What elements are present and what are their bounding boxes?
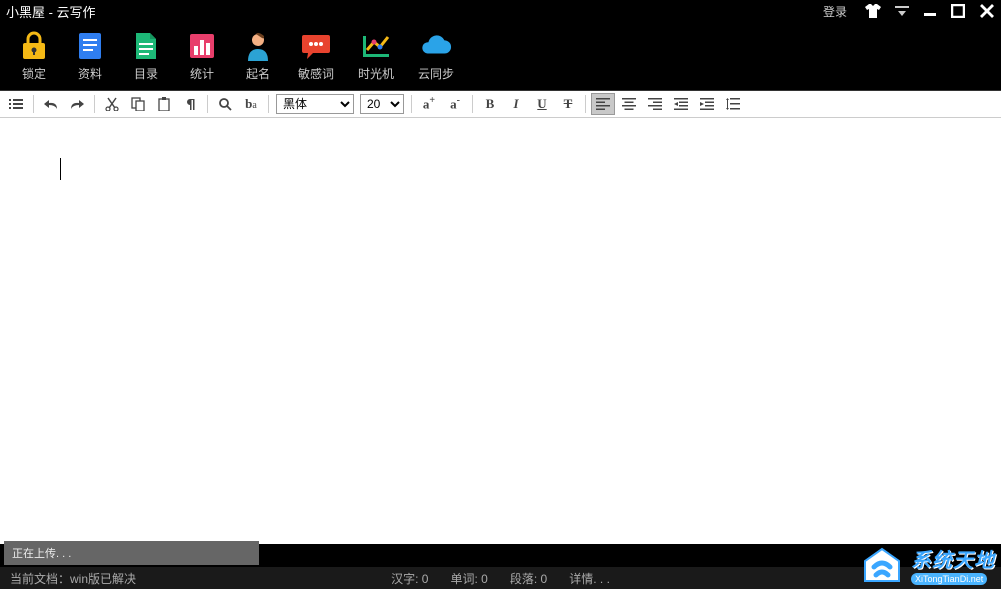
toolbar-catalog[interactable]: 目录 <box>130 31 162 82</box>
doc-name: win版已解决 <box>70 572 136 586</box>
doc-label: 当前文档： <box>10 572 70 586</box>
cloud-icon <box>420 31 452 61</box>
minimize-button[interactable] <box>923 4 937 18</box>
search-button[interactable] <box>213 93 237 115</box>
separator <box>585 95 586 113</box>
status-bar: 当前文档：win版已解决 汉字: 0 单词: 0 段落: 0 详情. . . <box>0 567 1001 589</box>
doc-icon <box>130 31 162 61</box>
separator <box>472 95 473 113</box>
toolbar-label: 起名 <box>246 65 270 82</box>
underline-button[interactable]: U <box>530 93 554 115</box>
font-family-select[interactable]: 黑体 <box>276 94 354 114</box>
toolbar-label: 目录 <box>134 65 158 82</box>
undo-button[interactable] <box>39 93 63 115</box>
font-decrease-button[interactable]: a- <box>443 93 467 115</box>
status-chars: 汉字: 0 <box>391 570 428 587</box>
toolbar-stats[interactable]: 统计 <box>186 31 218 82</box>
close-button[interactable] <box>979 3 995 19</box>
toolbar-label: 时光机 <box>358 65 394 82</box>
italic-button[interactable]: I <box>504 93 528 115</box>
window-title: 小黑屋 - 云写作 <box>6 2 823 21</box>
list-button[interactable] <box>4 93 28 115</box>
paragraph-button[interactable] <box>178 93 202 115</box>
status-words: 单词: 0 <box>450 570 487 587</box>
align-center-button[interactable] <box>617 93 641 115</box>
toolbar-time-machine[interactable]: 时光机 <box>358 31 394 82</box>
upload-text: 正在上传. . . <box>12 545 71 561</box>
separator <box>33 95 34 113</box>
align-right-button[interactable] <box>643 93 667 115</box>
book-icon <box>74 31 106 61</box>
align-left-button[interactable] <box>591 93 615 115</box>
chat-icon <box>300 31 332 61</box>
line-spacing-button[interactable] <box>721 93 745 115</box>
toolbar-label: 锁定 <box>22 65 46 82</box>
toolbar-label: 资料 <box>78 65 102 82</box>
graph-icon <box>360 31 392 61</box>
separator <box>268 95 269 113</box>
format-toolbar: ba 黑体 20 a+ a- B I U T <box>0 90 1001 118</box>
shirt-icon[interactable] <box>865 4 881 18</box>
separator <box>207 95 208 113</box>
copy-button[interactable] <box>126 93 150 115</box>
separator <box>411 95 412 113</box>
chart-icon <box>186 31 218 61</box>
main-toolbar: 锁定 资料 目录 统计 起名 敏感词 时光机 <box>0 22 1001 90</box>
status-doc: 当前文档：win版已解决 <box>10 570 136 587</box>
font-size-select[interactable]: 20 <box>360 94 404 114</box>
toolbar-naming[interactable]: 起名 <box>242 31 274 82</box>
text-cursor <box>60 158 61 180</box>
upload-notice: 正在上传. . . <box>4 541 259 565</box>
editor-area[interactable] <box>0 118 1001 544</box>
status-counts: 汉字: 0 单词: 0 段落: 0 详情. . . <box>391 570 610 587</box>
bold-button[interactable]: B <box>478 93 502 115</box>
cut-button[interactable] <box>100 93 124 115</box>
lock-icon <box>18 31 50 61</box>
dropdown-icon[interactable] <box>895 6 909 16</box>
replace-button[interactable]: ba <box>239 93 263 115</box>
toolbar-label: 敏感词 <box>298 65 334 82</box>
paste-button[interactable] <box>152 93 176 115</box>
title-controls: 登录 <box>823 3 995 20</box>
status-detail[interactable]: 详情. . . <box>569 570 610 587</box>
font-increase-button[interactable]: a+ <box>417 93 441 115</box>
login-link[interactable]: 登录 <box>823 3 847 20</box>
separator <box>94 95 95 113</box>
indent-decrease-button[interactable] <box>669 93 693 115</box>
toolbar-data[interactable]: 资料 <box>74 31 106 82</box>
maximize-button[interactable] <box>951 4 965 18</box>
indent-increase-button[interactable] <box>695 93 719 115</box>
toolbar-sensitive[interactable]: 敏感词 <box>298 31 334 82</box>
redo-button[interactable] <box>65 93 89 115</box>
toolbar-lock[interactable]: 锁定 <box>18 31 50 82</box>
title-bar: 小黑屋 - 云写作 登录 <box>0 0 1001 22</box>
toolbar-label: 统计 <box>190 65 214 82</box>
toolbar-cloud-sync[interactable]: 云同步 <box>418 31 454 82</box>
toolbar-label: 云同步 <box>418 65 454 82</box>
strike-button[interactable]: T <box>556 93 580 115</box>
status-paras: 段落: 0 <box>510 570 547 587</box>
person-icon <box>242 31 274 61</box>
